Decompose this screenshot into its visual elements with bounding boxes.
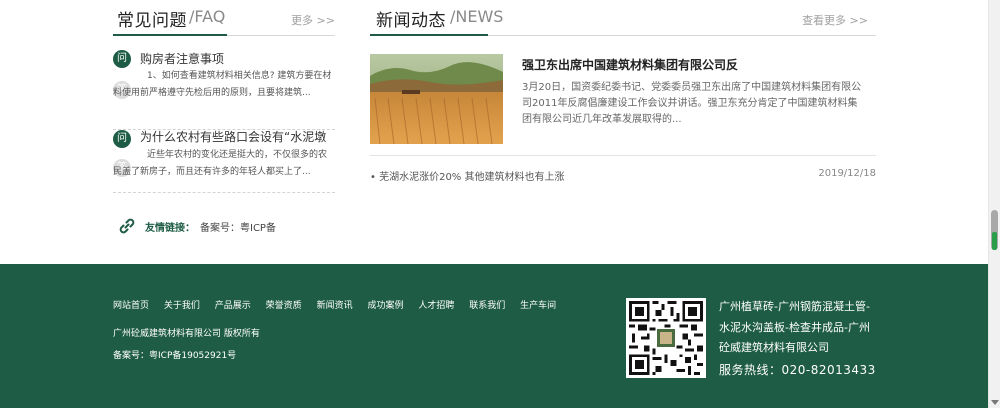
faq-section-header: 常见问题 /FAQ 更多 >> (113, 0, 335, 36)
faq-answer: 近些年农村的变化还是挺大的，不仅很多的农民盖了新房子，而且还有许多的年轻人都买上… (113, 150, 328, 177)
footer-nav-home[interactable]: 网站首页 (113, 301, 149, 311)
footer-nav-honors[interactable]: 荣誉资质 (266, 301, 302, 311)
faq-item[interactable]: 问 购房者注意事项 答 1、如何查看建筑材料相关信息? 建筑方要在材料使用前严格… (113, 44, 335, 130)
scrollbar-marker (992, 232, 997, 250)
news-header-accent (370, 34, 488, 36)
footer-icp-record[interactable]: 备案号：粤ICP备19052921号 (113, 348, 236, 361)
news-more-link[interactable]: 查看更多 >> (802, 12, 868, 28)
footer-nav-news[interactable]: 新闻资讯 (317, 301, 353, 311)
footer-nav-contact[interactable]: 联系我们 (469, 301, 505, 311)
faq-question[interactable]: 为什么农村有些路口会设有“水泥墩 (140, 128, 336, 145)
faq-answer: 1、如何查看建筑材料相关信息? 建筑方要在材料使用前严格遵守先检后用的原则，且要… (113, 71, 332, 98)
news-headline[interactable]: 强卫东出席中国建筑材料集团有限公司反 (522, 56, 738, 73)
footer-nav: 网站首页 关于我们 产品展示 荣誉资质 新闻资讯 成功案例 人才招聘 联系我们 … (113, 298, 568, 311)
footer-nav-workshop[interactable]: 生产车间 (520, 301, 556, 311)
qr-code (626, 298, 706, 378)
news-list-date: 2019/12/18 (818, 168, 876, 179)
news-section-header: 新闻动态 /NEWS 查看更多 >> (370, 0, 876, 36)
footer-copyright: 广州砼威建筑材料有限公司 版权所有 (113, 329, 260, 339)
link-icon (119, 218, 135, 234)
footer-hotline: 服务热线：020-82013433 (719, 363, 876, 377)
faq-item[interactable]: 问 为什么农村有些路口会设有“水泥墩 答 近些年农村的变化还是挺大的，不仅很多的… (113, 126, 335, 193)
friend-links-label: 友情链接： (145, 223, 195, 234)
question-badge: 问 (113, 50, 131, 68)
faq-title: 常见问题 (117, 11, 187, 31)
featured-news[interactable]: 强卫东出席中国建筑材料集团有限公司反 3月20日，国资委纪委书记、党委委员强卫东… (370, 54, 876, 154)
footer-nav-products[interactable]: 产品展示 (215, 301, 251, 311)
news-thumbnail[interactable] (370, 54, 503, 144)
faq-question[interactable]: 购房者注意事项 (140, 50, 336, 67)
page-scrollbar[interactable] (988, 0, 1000, 408)
footer-nav-cases[interactable]: 成功案例 (367, 301, 403, 311)
news-summary: 3月20日，国资委纪委书记、党委委员强卫东出席了中国建筑材料集团有限公司2011… (522, 82, 862, 125)
footer-slogan: 广州植草砖-广州钢筋混凝土管-水泥水沟盖板-检查井成品-广州砼威建筑材料有限公司 (719, 300, 870, 354)
site-footer: 网站首页 关于我们 产品展示 荣誉资质 新闻资讯 成功案例 人才招聘 联系我们 … (0, 264, 988, 408)
news-title: 新闻动态 (376, 11, 446, 31)
footer-nav-about[interactable]: 关于我们 (164, 301, 200, 311)
scroll-down-arrow-icon[interactable] (991, 400, 999, 405)
news-title-en: /NEWS (450, 7, 504, 26)
question-badge: 问 (113, 130, 131, 148)
friend-links-record[interactable]: 备案号：粤ICP备 (200, 219, 276, 234)
footer-nav-jobs[interactable]: 人才招聘 (418, 301, 454, 311)
news-divider (370, 155, 876, 156)
news-list-title[interactable]: • 芜湖水泥涨价20% 其他建筑材料也有上涨 (370, 172, 564, 183)
news-list-item[interactable]: • 芜湖水泥涨价20% 其他建筑材料也有上涨 2019/12/18 (370, 168, 876, 183)
faq-title-en: /FAQ (189, 7, 226, 26)
faq-more-link[interactable]: 更多 >> (291, 12, 335, 28)
faq-header-accent (113, 34, 227, 36)
